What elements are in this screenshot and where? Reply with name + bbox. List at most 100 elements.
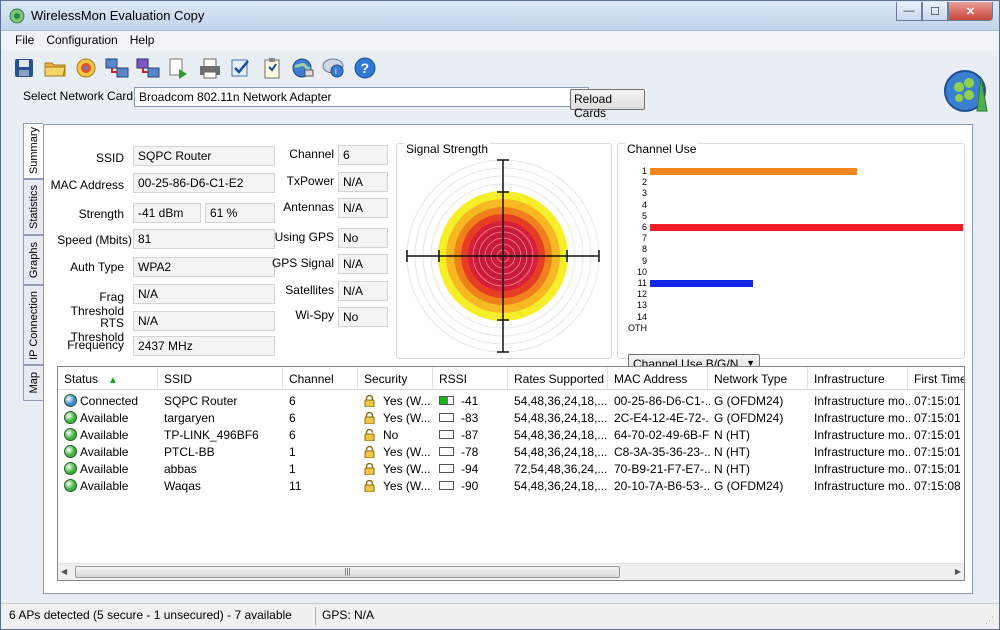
record-icon[interactable] [73,55,99,81]
ssid-label: SSID [95,151,124,165]
cell-ssid-text: PTCL-BB [164,445,215,459]
open-folder-icon[interactable] [42,55,68,81]
available-icon [64,428,77,441]
tab-summary[interactable]: Summary [23,123,43,179]
cell-rssi: -87 [435,426,510,443]
channel-use-title: Channel Use [625,142,699,156]
horizontal-scrollbar[interactable]: ◀ ||| ▶ [58,563,964,580]
cell-first: 07:15:01 1 [910,426,964,443]
frequency-label: Frequency [67,338,124,352]
cell-rssi-text: -90 [461,479,479,493]
antennas-label: Antennas [283,200,334,214]
cell-infra: Infrastructure mo... [810,409,910,426]
rssi-bar [439,430,454,439]
table-row[interactable]: Available TP-LINK_496BF6 6 No -87 54,48,36,24… [58,426,964,443]
table-row[interactable]: Available Waqas 11 Yes (W... -90 54,48,36,24,… [58,477,964,494]
cell-channel-text: 1 [289,445,296,459]
column-header-status[interactable]: Status ▲ [58,367,158,390]
cell-mac-text: 70-B9-21-F7-E7-... [614,462,710,476]
globe-icon[interactable] [290,55,316,81]
clipboard-icon[interactable] [259,55,285,81]
lock-icon [364,411,375,425]
gps-signal-label: GPS Signal [271,256,334,270]
cell-channel-text: 11 [289,479,302,493]
maximize-button[interactable]: ☐ [922,2,948,21]
cell-channel: 6 [285,426,360,443]
column-header-rates[interactable]: Rates Supported [508,367,608,390]
network-icon[interactable] [104,55,130,81]
reload-cards-button[interactable]: Reload Cards [570,89,645,120]
txpower-value: N/A [338,172,388,192]
cell-security: Yes (W... [360,477,435,494]
cell-rssi: -78 [435,443,510,460]
export-icon[interactable] [166,55,192,81]
table-row[interactable]: Connected SQPC Router 6 Yes (W... -41 54,48,3… [58,392,964,409]
cell-security: Yes (W... [360,443,435,460]
auth-type-label: Auth Type [70,260,124,274]
column-header-channel[interactable]: Channel [283,367,358,390]
tab-graphs-label: Graphs [27,241,40,279]
table-row[interactable]: Available targaryen 6 Yes (W... -83 54,48,36,… [58,409,964,426]
scroll-right-icon[interactable]: ▶ [955,567,961,576]
summary-panel: SSID SQPC Router MAC Address 00-25-86-D6… [43,124,973,594]
cell-ssid: TP-LINK_496BF6 [160,426,285,443]
cell-infra-text: Infrastructure mo... [814,479,910,493]
cell-first-text: 07:15:01 1 [914,462,964,476]
table-row[interactable]: Available abbas 1 Yes (W... -94 72,54,48,36,2… [58,460,964,477]
menu-file[interactable]: File [9,31,40,51]
print-icon[interactable] [197,55,223,81]
minimize-button[interactable]: — [896,2,922,21]
check-icon[interactable] [228,55,254,81]
rssi-bar [439,464,454,473]
cell-infra-text: Infrastructure mo... [814,428,910,442]
help-icon[interactable]: ? [352,55,378,81]
cell-type-text: G (OFDM24) [714,394,784,408]
column-header-network-type[interactable]: Network Type [708,367,808,390]
lock-icon [364,479,375,493]
menu-configuration[interactable]: Configuration [40,31,123,51]
channel-label-6: 6 [641,222,647,233]
scrollbar-thumb[interactable]: ||| [75,566,620,578]
scroll-left-icon[interactable]: ◀ [61,567,67,576]
channel-label-14: 14 [636,311,647,322]
gps-info-icon[interactable]: i [321,55,347,81]
column-header-first-time[interactable]: First Time S [908,367,964,390]
wirelessmon-logo-icon [944,70,988,112]
cell-ssid: targaryen [160,409,285,426]
network-card-select[interactable]: Broadcom 802.11n Network Adapter ▼ [134,87,589,107]
cell-status-text: Available [80,462,129,476]
cell-infra-text: Infrastructure mo... [814,394,910,408]
ap-list[interactable]: Status ▲ SSID Channel Security RSSI Rates… [57,366,965,581]
column-header-security[interactable]: Security [358,367,433,390]
network-alt-icon[interactable] [135,55,161,81]
cell-type: G (OFDM24) [710,477,810,494]
close-button[interactable]: ✕ [948,2,993,21]
signal-strength-target [406,159,600,353]
cell-mac: 00-25-86-D6-C1-... [610,392,710,409]
tab-graphs[interactable]: Graphs [23,235,43,285]
cell-channel: 1 [285,443,360,460]
channel-label-2: 2 [641,177,647,188]
cell-rates-text: 54,48,36,24,18,... [514,428,608,442]
available-icon [64,411,77,424]
tab-ip-connection[interactable]: IP Connection [23,285,43,365]
channel-label-9: 9 [641,255,647,266]
column-header-ssid[interactable]: SSID [158,367,283,390]
column-header-infrastructure[interactable]: Infrastructure [808,367,908,390]
resize-grip-icon[interactable]: ⋰ [985,615,997,627]
tab-statistics[interactable]: Statistics [23,179,43,235]
cell-first: 07:15:01 1 [910,392,964,409]
tab-map[interactable]: Map [23,365,43,401]
rssi-bar [439,447,454,456]
column-header-rssi[interactable]: RSSI [433,367,508,390]
save-icon[interactable] [11,55,37,81]
table-row[interactable]: Available PTCL-BB 1 Yes (W... -78 54,48,36,24… [58,443,964,460]
cell-ssid: SQPC Router [160,392,285,409]
cell-rates: 54,48,36,24,18,... [510,409,610,426]
cell-security-text: No [383,428,399,442]
cell-ssid-text: targaryen [164,411,215,425]
title-bar[interactable]: WirelessMon Evaluation Copy — ☐ ✕ [1,1,999,31]
menu-help[interactable]: Help [124,31,161,51]
column-header-mac[interactable]: MAC Address [608,367,708,390]
cell-security-text: Yes (W... [383,394,431,408]
